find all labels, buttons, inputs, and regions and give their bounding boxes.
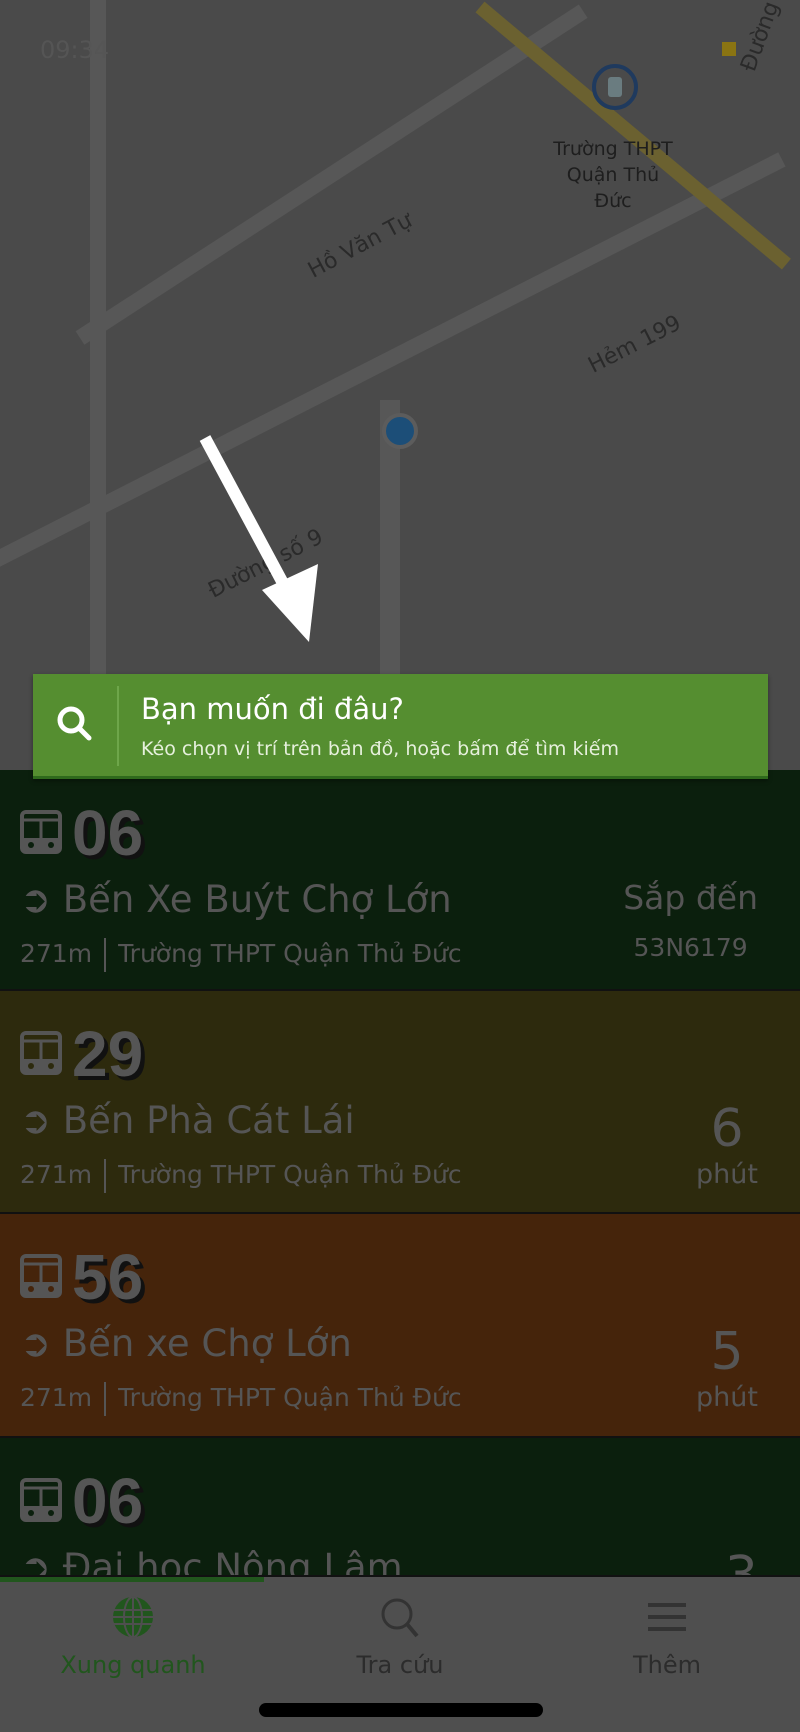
eta-minutes: 6: [710, 1099, 744, 1159]
search-title: Bạn muốn đi đâu?: [141, 692, 404, 726]
arrow-annotation-icon: [199, 435, 318, 642]
direction-icon: ➲: [20, 1322, 63, 1365]
tab-tra-cuu[interactable]: Tra cứu: [267, 1595, 533, 1679]
divider: [104, 1159, 107, 1193]
tab-label: Tra cứu: [356, 1651, 444, 1679]
plate-number: 53N6179: [633, 933, 748, 962]
eta-unit: phút: [696, 1382, 758, 1413]
tab-label: Xung quanh: [60, 1651, 206, 1679]
stop-name: Trường THPT Quận Thủ Đức: [118, 1383, 462, 1412]
eta-minutes: 5: [710, 1322, 744, 1382]
home-indicator[interactable]: [259, 1703, 543, 1717]
route-number: 06: [72, 797, 144, 869]
destination: ➲ Bến Xe Buýt Chợ Lớn: [20, 878, 452, 921]
stop-name: Trường THPT Quận Thủ Đức: [118, 1160, 462, 1189]
arrival-card[interactable]: 29 ➲ Bến Phà Cát Lái 271m Trường THPT Quậ…: [0, 991, 800, 1214]
bus-icon: [20, 1254, 62, 1298]
eta-unit: phút: [696, 1159, 758, 1190]
tab-them[interactable]: Thêm: [534, 1595, 800, 1679]
distance: 271m: [20, 939, 93, 968]
divider: [117, 686, 119, 766]
globe-icon: [113, 1596, 153, 1638]
direction-icon: ➲: [20, 878, 63, 921]
search-icon: [57, 706, 92, 741]
direction-icon: ➲: [20, 1099, 63, 1142]
route-number: 29: [72, 1018, 144, 1090]
eta: 3: [724, 1546, 758, 1577]
search-icon: [381, 1598, 419, 1638]
search-bar[interactable]: Bạn muốn đi đâu? Kéo chọn vị trí trên bả…: [33, 674, 768, 779]
destination-text: Bến Xe Buýt Chợ Lớn: [62, 878, 452, 921]
eta: 5 phút: [696, 1322, 758, 1413]
search-subtitle: Kéo chọn vị trí trên bản đồ, hoặc bấm để…: [141, 738, 619, 760]
route-number: 56: [72, 1241, 144, 1313]
bus-icon: [20, 1478, 62, 1522]
stop-info: 271m Trường THPT Quận Thủ Đức: [20, 938, 462, 972]
tab-label: Thêm: [632, 1651, 701, 1679]
destination: ➲ Bến Phà Cát Lái: [20, 1099, 355, 1142]
distance: 271m: [20, 1160, 93, 1189]
eta-minutes: 3: [724, 1546, 758, 1577]
divider: [104, 938, 107, 972]
destination: ➲ Bến xe Chợ Lớn: [20, 1322, 352, 1365]
route-number: 06: [72, 1465, 144, 1537]
destination-text: Bến xe Chợ Lớn: [62, 1322, 352, 1365]
menu-icon: [648, 1603, 686, 1631]
distance: 271m: [20, 1383, 93, 1412]
eta: Sắp đến 53N6179: [623, 878, 758, 962]
tab-xung-quanh[interactable]: Xung quanh: [0, 1595, 266, 1679]
bus-icon: [20, 810, 62, 854]
map[interactable]: 09:34 Hồ Văn Tự Hẻm 199 Đường số 9 Đường…: [0, 0, 800, 780]
arrival-card[interactable]: 56 ➲ Bến xe Chợ Lớn 271m Trường THPT Quận…: [0, 1214, 800, 1438]
destination-text: Đại học Nông Lâm: [62, 1546, 403, 1577]
destination: ➲ Đại học Nông Lâm: [20, 1546, 403, 1577]
direction-icon: ➲: [20, 1546, 63, 1577]
arrival-card[interactable]: 06 ➲ Bến Xe Buýt Chợ Lớn 271m Trường THPT…: [0, 770, 800, 991]
arrival-card[interactable]: 06 ➲ Đại học Nông Lâm 3: [0, 1438, 800, 1577]
stop-info: 271m Trường THPT Quận Thủ Đức: [20, 1382, 462, 1416]
divider: [104, 1382, 107, 1416]
loading-progress: [0, 1577, 264, 1582]
bus-icon: [20, 1031, 62, 1075]
destination-text: Bến Phà Cát Lái: [62, 1099, 355, 1142]
eta-label: Sắp đến: [623, 878, 758, 917]
stop-name: Trường THPT Quận Thủ Đức: [118, 939, 462, 968]
eta: 6 phút: [696, 1099, 758, 1190]
stop-info: 271m Trường THPT Quận Thủ Đức: [20, 1159, 462, 1193]
